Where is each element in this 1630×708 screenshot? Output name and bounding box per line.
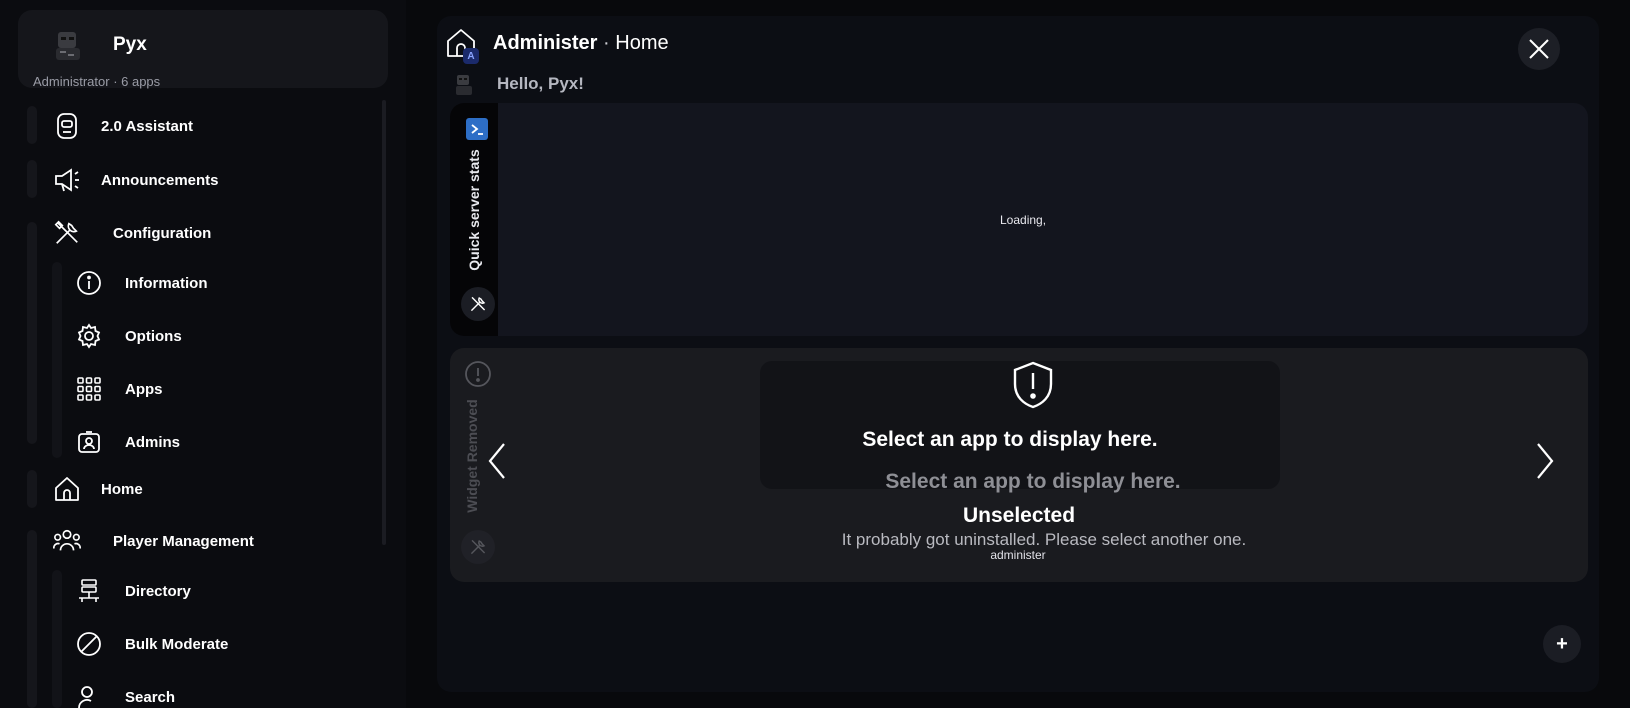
profile-name: Pyx: [113, 34, 147, 55]
sidebar-item-bulk-moderate[interactable]: Bulk Moderate: [60, 624, 380, 664]
sidebar-scrollbar[interactable]: [382, 100, 386, 545]
tools-icon: [470, 539, 486, 555]
unselected-description: It probably got uninstalled. Please sele…: [841, 530, 1247, 549]
sidebar: Pyx Administrator · 6 apps 2.0 Assistant: [0, 0, 406, 708]
sidebar-item-label: Player Management: [113, 532, 254, 550]
sidebar-item-label: Search: [125, 688, 176, 706]
avatar: [56, 32, 80, 60]
page-title-page: Home: [615, 32, 669, 54]
widget-edit-button[interactable]: [461, 530, 495, 564]
close-icon: [1529, 39, 1549, 59]
sidebar-item-configuration[interactable]: Configuration: [0, 213, 380, 253]
sidebar-item-admins[interactable]: Admins: [60, 422, 380, 462]
info-icon: [465, 361, 491, 387]
chevron-right-icon[interactable]: [1532, 441, 1558, 481]
removed-widget: Widget Removed Select an app to display: [450, 348, 1588, 582]
badge-icon: [75, 428, 103, 456]
sidebar-item-label: Bulk Moderate: [125, 635, 229, 653]
sidebar-item-information[interactable]: Information: [60, 263, 380, 303]
sidebar-item-search[interactable]: Search: [60, 677, 380, 708]
select-app-prompt-ghost: Select an app to display here.: [885, 470, 1181, 493]
widget-label: Quick server stats: [466, 149, 482, 271]
sidebar-item-home[interactable]: Home: [0, 469, 380, 509]
widget-id: administer: [990, 548, 1046, 562]
page-title-app: Administer: [493, 32, 598, 54]
loading-text: Loading,: [1000, 213, 1047, 227]
terminal-icon: [466, 118, 488, 140]
info-icon: [75, 269, 103, 297]
sidebar-item-label: Home: [101, 480, 143, 498]
greeting: Hello, Pyx!: [497, 74, 584, 93]
sidebar-item-apps[interactable]: Apps: [60, 369, 380, 409]
tools-icon: [53, 219, 81, 247]
page-title: Administer · Home: [493, 32, 669, 55]
title-separator: ·: [597, 32, 616, 54]
ban-icon: [75, 630, 103, 658]
sidebar-item-assistant[interactable]: 2.0 Assistant: [0, 106, 380, 146]
sidebar-item-label: Options: [125, 327, 182, 345]
sidebar-item-label: Information: [125, 274, 208, 292]
close-button[interactable]: [1518, 28, 1560, 70]
home-icon: [53, 475, 81, 503]
gear-icon: [75, 322, 103, 350]
sidebar-item-label: Directory: [125, 582, 191, 600]
sidebar-item-label: Apps: [125, 380, 163, 398]
plus-icon: +: [1556, 633, 1568, 655]
avatar: [456, 75, 472, 95]
users-icon: [53, 527, 81, 555]
sidebar-item-announcements[interactable]: Announcements: [0, 160, 380, 200]
app-badge: A: [463, 48, 479, 64]
profile-card[interactable]: Pyx Administrator · 6 apps: [18, 10, 388, 89]
sidebar-item-label: Admins: [125, 433, 181, 451]
chevron-left-icon[interactable]: [484, 441, 510, 481]
tools-icon: [470, 296, 486, 312]
directory-icon: [75, 577, 103, 605]
assistant-icon: [53, 112, 81, 140]
main-panel: A Administer · Home Hello, Pyx! Quick se…: [437, 16, 1599, 692]
add-widget-button[interactable]: +: [1543, 625, 1581, 663]
widget-edit-button[interactable]: [461, 287, 495, 321]
sidebar-item-label: 2.0 Assistant: [101, 117, 193, 135]
profile-subtitle: Administrator · 6 apps: [33, 74, 161, 89]
rail: [27, 222, 37, 444]
widget-sidebar: Quick server stats: [450, 103, 498, 336]
shield-alert-icon: [1013, 361, 1053, 409]
sidebar-item-player-management[interactable]: Player Management: [0, 521, 380, 561]
grid-icon: [75, 375, 103, 403]
select-app-prompt: Select an app to display here.: [862, 428, 1158, 451]
unselected-title: Unselected: [962, 504, 1076, 527]
sidebar-item-options[interactable]: Options: [60, 316, 380, 356]
server-stats-widget: Quick server stats Loading,: [450, 103, 1588, 336]
sidebar-item-label: Configuration: [113, 224, 212, 242]
megaphone-icon: [53, 166, 81, 194]
user-search-icon: [75, 683, 103, 708]
sidebar-item-directory[interactable]: Directory: [60, 571, 380, 611]
widget-label: Widget Removed: [464, 399, 480, 513]
sidebar-item-label: Announcements: [101, 171, 219, 189]
